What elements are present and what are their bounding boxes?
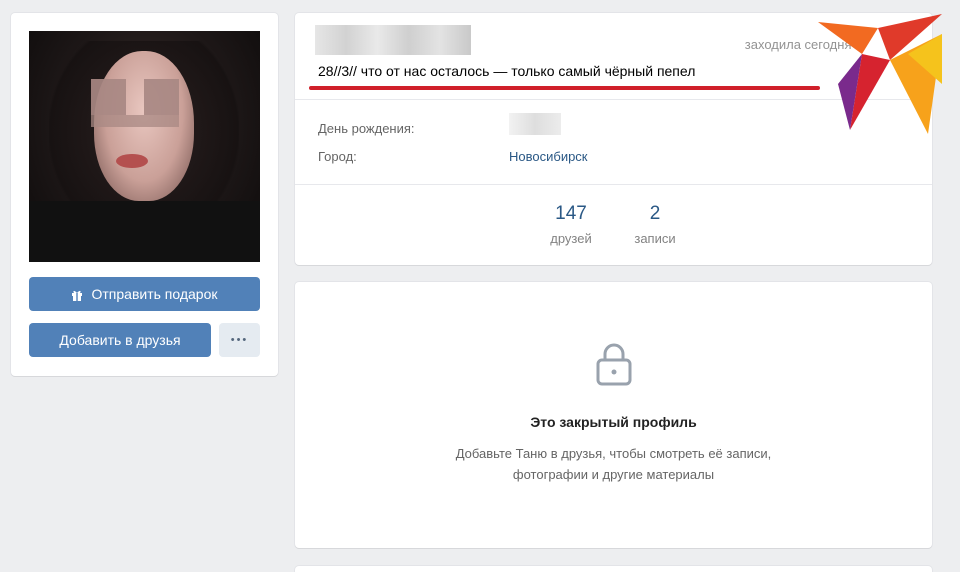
divider	[295, 184, 932, 185]
more-actions-button[interactable]: •••	[219, 323, 260, 357]
avatar[interactable]	[29, 31, 260, 262]
profile-status-text: 28//3// что от нас осталось — только сам…	[318, 63, 696, 79]
avatar-eye-blur-left	[91, 79, 126, 115]
posts-label: записи	[634, 231, 676, 246]
avatar-eye-blur-right	[144, 79, 179, 115]
more-icon: •••	[230, 334, 249, 346]
birthday-value-blurred	[509, 113, 561, 135]
profile-sidebar: Отправить подарок Добавить в друзья •••	[11, 13, 278, 376]
profile-name-blurred	[315, 25, 471, 55]
avatar-mouth	[116, 154, 148, 168]
send-gift-label: Отправить подарок	[91, 286, 218, 302]
friends-label: друзей	[550, 231, 592, 246]
lock-icon	[596, 343, 632, 386]
friends-count: 147	[555, 203, 587, 224]
avatar-eye-blur-band	[91, 115, 179, 127]
closed-profile-card: Это закрытый профиль Добавьте Таню в дру…	[295, 282, 932, 548]
birthday-label: День рождения:	[318, 121, 415, 136]
closed-profile-description: Добавьте Таню в друзья, чтобы смотреть е…	[295, 443, 932, 485]
closed-profile-title: Это закрытый профиль	[530, 414, 697, 430]
status-highlight-underline	[309, 86, 820, 90]
gift-icon	[71, 288, 83, 301]
friends-counter[interactable]: 147 друзей	[541, 203, 601, 246]
add-friend-button[interactable]: Добавить в друзья	[29, 323, 211, 357]
avatar-body	[29, 201, 260, 262]
logo-bird	[818, 14, 942, 134]
next-card	[295, 566, 932, 572]
city-label: Город:	[318, 149, 357, 164]
posts-count: 2	[649, 203, 661, 224]
closed-profile-description-line1: Добавьте Таню в друзья, чтобы смотреть е…	[455, 446, 772, 461]
closed-profile-description-line2: фотографии и другие материалы	[512, 467, 715, 482]
city-link[interactable]: Новосибирск	[509, 149, 588, 164]
send-gift-button[interactable]: Отправить подарок	[29, 277, 260, 311]
posts-counter[interactable]: 2 записи	[623, 203, 687, 246]
add-friend-label: Добавить в друзья	[59, 332, 181, 348]
